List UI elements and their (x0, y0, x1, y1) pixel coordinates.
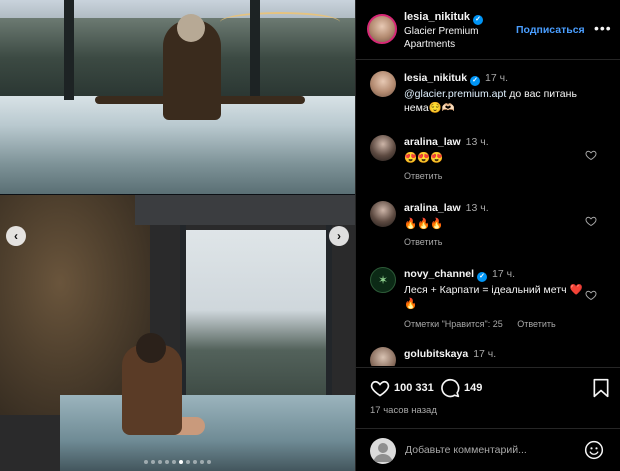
comment-bubble-icon[interactable] (440, 378, 460, 398)
comments-count[interactable]: 149 (464, 382, 482, 394)
likes-count[interactable]: 100 331 (394, 382, 434, 394)
comment-time: 13 ч. (465, 136, 489, 148)
comment-username-row: novy_channel ✓ 17 ч. (404, 268, 515, 282)
carousel-dot (200, 460, 204, 464)
carousel-dot (151, 460, 155, 464)
like-heart-icon[interactable] (370, 378, 390, 398)
post-header: lesia_nikituk ✓ Glacier Premium Apartment… (356, 0, 620, 60)
commenter-avatar[interactable] (370, 71, 396, 97)
carousel-dot (193, 460, 197, 464)
comment-body: Леся + Карпати = ідеальний метч ❤️🔥 (404, 284, 583, 310)
comment-username-row: aralina_law 13 ч. (404, 202, 489, 214)
comment-username[interactable]: novy_channel (404, 268, 474, 280)
post-timestamp[interactable]: 17 часов назад (370, 405, 437, 416)
carousel-prev-button[interactable]: ‹ (6, 226, 26, 246)
comment-meta: Ответить (404, 171, 454, 181)
comment-time: 13 ч. (465, 202, 489, 214)
comment-username-row: lesia_nikituk ✓ 17 ч. (404, 72, 508, 86)
carousel-dot (186, 460, 190, 464)
more-options-icon[interactable]: ••• (594, 20, 612, 36)
comment-body: 😍😍😍 (404, 152, 444, 164)
comments-list[interactable]: lesia_nikituk ✓ 17 ч. @glacier.premium.apt… (356, 61, 620, 366)
photo-pool-window-view (0, 195, 355, 471)
post-viewer: ‹ › lesia_nikituk ✓ Glacier Premium Apart… (0, 0, 620, 471)
author-username-row[interactable]: lesia_nikituk ✓ (404, 11, 484, 25)
follow-button[interactable]: Подписаться (516, 24, 585, 36)
comment-username[interactable]: aralina_law (404, 136, 461, 148)
channel-logo-icon: ✶ (377, 273, 389, 287)
carousel-indicator (0, 456, 355, 467)
author-avatar[interactable] (367, 14, 397, 44)
carousel-next-button[interactable]: › (329, 226, 349, 246)
author-username[interactable]: lesia_nikituk (404, 11, 470, 23)
carousel-dot (207, 460, 211, 464)
verified-badge-icon: ✓ (473, 15, 484, 25)
comment-username-row: aralina_law 13 ч. (404, 136, 489, 148)
like-comment-heart-icon[interactable] (585, 289, 597, 301)
current-user-avatar (370, 438, 396, 464)
comment-meta: Отметки "Нравится": 25 Ответить (404, 319, 568, 329)
comment-time: 17 ч. (473, 348, 497, 360)
photo-pool-back-view (0, 0, 355, 194)
comment-username-row: golubitskaya 17 ч. (404, 348, 496, 360)
post-actions-bar: 100 331 149 17 часов назад (356, 367, 620, 427)
carousel-dot (144, 460, 148, 464)
comment-text: @glacier.premium.apt до вас питань нема😌… (404, 87, 584, 115)
post-media-carousel[interactable]: ‹ › (0, 0, 355, 471)
comment-time: 17 ч. (492, 268, 516, 280)
comment-likes-count[interactable]: Отметки "Нравится": 25 (404, 319, 503, 329)
reply-button[interactable]: Ответить (404, 171, 442, 181)
comment-meta: Ответить (404, 237, 454, 247)
like-comment-heart-icon[interactable] (585, 149, 597, 161)
reply-button[interactable]: Ответить (404, 237, 442, 247)
comment-username[interactable]: golubitskaya (404, 348, 468, 360)
mention-link[interactable]: @glacier.premium.apt (404, 88, 506, 100)
comment-username[interactable]: aralina_law (404, 202, 461, 214)
carousel-dot (172, 460, 176, 464)
carousel-dot (158, 460, 162, 464)
bookmark-icon[interactable] (592, 378, 610, 398)
comment-body: 🔥🔥🔥 (404, 218, 444, 230)
commenter-avatar[interactable] (370, 201, 396, 227)
comment-input[interactable] (405, 442, 575, 458)
comment-composer (356, 428, 620, 471)
post-location[interactable]: Glacier Premium Apartments (404, 25, 504, 51)
comment-username[interactable]: lesia_nikituk (404, 72, 467, 84)
carousel-dot (165, 460, 169, 464)
like-comment-heart-icon[interactable] (585, 215, 597, 227)
commenter-avatar[interactable] (370, 135, 396, 161)
commenter-avatar[interactable]: ✶ (370, 267, 396, 293)
carousel-dot (179, 460, 183, 464)
verified-badge-icon: ✓ (477, 272, 488, 282)
emoji-picker-icon[interactable] (584, 440, 604, 460)
commenter-avatar[interactable] (370, 347, 396, 366)
post-side-panel: lesia_nikituk ✓ Glacier Premium Apartment… (355, 0, 620, 471)
verified-badge-icon: ✓ (470, 76, 481, 86)
comment-time: 17 ч. (485, 72, 509, 84)
reply-button[interactable]: Ответить (517, 319, 555, 329)
